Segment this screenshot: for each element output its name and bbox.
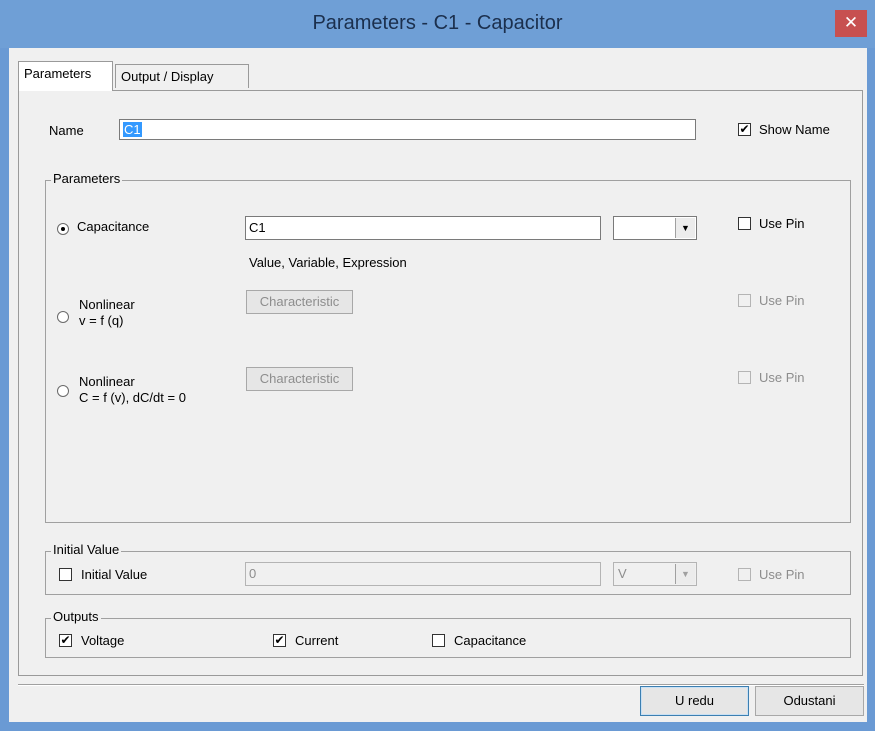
- chevron-down-icon[interactable]: ▼: [675, 218, 695, 238]
- nonlinear-v-use-pin-label: Use Pin: [759, 370, 805, 385]
- show-name-checkbox[interactable]: ✔: [738, 123, 751, 136]
- initial-value-use-pin-label: Use Pin: [759, 567, 805, 582]
- ok-button[interactable]: U redu: [640, 686, 749, 716]
- initial-value-unit-select[interactable]: V ▼: [613, 562, 697, 586]
- name-label: Name: [49, 123, 84, 138]
- characteristic-v-button[interactable]: Characteristic: [246, 367, 353, 391]
- nonlinear-q-use-pin-label: Use Pin: [759, 293, 805, 308]
- capacitance-hint: Value, Variable, Expression: [249, 255, 407, 270]
- initial-value-input[interactable]: 0: [245, 562, 601, 586]
- output-voltage-checkbox[interactable]: ✔: [59, 634, 72, 647]
- outputs-group: [45, 618, 851, 658]
- close-button[interactable]: ✕: [835, 10, 867, 37]
- nonlinear-q-radio[interactable]: [57, 311, 69, 323]
- outputs-group-title: Outputs: [51, 609, 101, 624]
- capacitance-label: Capacitance: [77, 219, 150, 234]
- window-title: Parameters - C1 - Capacitor: [312, 12, 563, 34]
- tab-output-display[interactable]: Output / Display: [115, 64, 249, 88]
- nonlinear-v-radio[interactable]: [57, 385, 69, 397]
- parameters-group-title: Parameters: [51, 171, 123, 186]
- title-bar[interactable]: Parameters - C1 - Capacitor ✕: [0, 0, 875, 48]
- initial-value-checkbox-label: Initial Value: [81, 567, 148, 582]
- nonlinear-q-label-line1: Nonlinear: [79, 297, 135, 312]
- nonlinear-v-use-pin-checkbox[interactable]: [738, 371, 751, 384]
- nonlinear-q-use-pin-checkbox[interactable]: [738, 294, 751, 307]
- name-field-value: C1: [123, 122, 142, 137]
- characteristic-q-button[interactable]: Characteristic: [246, 290, 353, 314]
- chevron-down-icon[interactable]: ▼: [675, 564, 695, 584]
- initial-value-unit-value: V: [618, 566, 627, 581]
- nonlinear-q-label-line2: v = f (q): [79, 313, 124, 328]
- name-field[interactable]: C1: [119, 119, 696, 140]
- output-capacitance-checkbox[interactable]: [432, 634, 445, 647]
- dialog-window: Parameters - C1 - Capacitor ✕ Parameters…: [0, 0, 875, 731]
- show-name-label: Show Name: [759, 122, 830, 137]
- output-capacitance-label: Capacitance: [454, 633, 527, 648]
- capacitance-unit-select[interactable]: ▼: [613, 216, 697, 240]
- dialog-client-area: Parameters Output / Display Name C1 ✔ Sh…: [9, 48, 867, 722]
- nonlinear-v-label-line1: Nonlinear: [79, 374, 135, 389]
- tab-parameters[interactable]: Parameters: [18, 61, 113, 91]
- capacitance-use-pin-label: Use Pin: [759, 216, 805, 231]
- nonlinear-v-label-line2: C = f (v), dC/dt = 0: [79, 390, 186, 405]
- tab-panel: Name C1 ✔ Show Name Parameters Capacitan…: [18, 90, 863, 676]
- output-current-label: Current: [295, 633, 339, 648]
- close-icon: ✕: [843, 13, 859, 32]
- initial-value-use-pin-checkbox[interactable]: [738, 568, 751, 581]
- cancel-button[interactable]: Odustani: [755, 686, 864, 716]
- capacitance-use-pin-checkbox[interactable]: [738, 217, 751, 230]
- output-voltage-label: Voltage: [81, 633, 125, 648]
- capacitance-value-input[interactable]: C1: [245, 216, 601, 240]
- capacitance-radio[interactable]: [57, 223, 69, 235]
- initial-value-checkbox[interactable]: [59, 568, 72, 581]
- output-current-checkbox[interactable]: ✔: [273, 634, 286, 647]
- initial-value-group-title: Initial Value: [51, 542, 122, 557]
